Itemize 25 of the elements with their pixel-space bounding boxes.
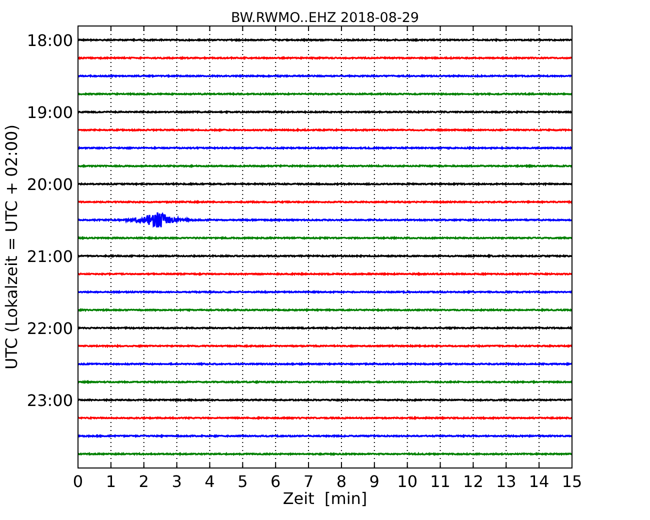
tick-label: 21:00 [26,247,73,266]
tick-label: 8 [336,472,347,491]
tick-label: 10 [397,472,418,491]
tick-label: 2 [138,472,149,491]
tick-label: 18:00 [26,31,73,50]
tick-label: 23:00 [26,391,73,410]
tick-label: 5 [238,472,248,491]
tick-label: 12 [463,472,484,491]
x-axis-label: Zeit [min] [282,489,368,508]
tick-label: 19:00 [26,103,73,122]
tick-label: 14 [528,472,550,491]
tick-label: 22:00 [26,319,73,338]
tick-label: 0 [72,472,84,491]
tick-label: 7 [303,472,314,491]
tick-label: 3 [172,472,182,491]
tick-label: 11 [430,472,450,491]
y-axis-label: UTC (Lokalzeit = UTC + 02:00) [2,124,21,370]
tick-label: 15 [562,472,582,491]
tick-label: 13 [496,472,516,491]
tick-label: 20:00 [26,175,73,194]
tick-label: 4 [204,472,215,491]
chart-title: BW.RWMO..EHZ 2018-08-29 [230,10,420,26]
tick-label: 9 [369,472,380,491]
tick-label: 1 [106,472,116,491]
tick-label: 6 [270,472,281,491]
